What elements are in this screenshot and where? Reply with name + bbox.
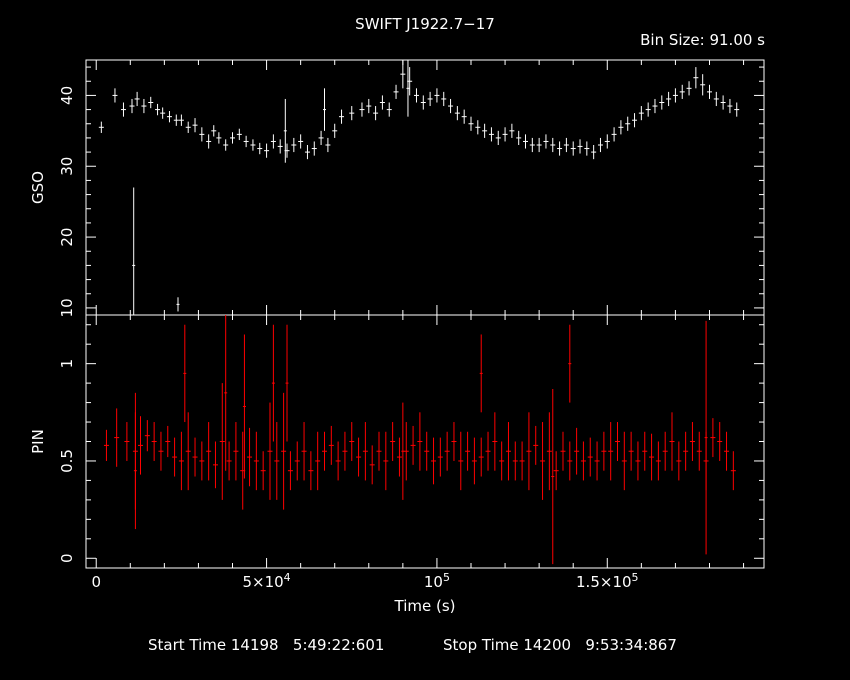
lightcurve-plot: 10 20 30 40 GSO 0 0.5 1 PIN 0 5×104 105 1.5×105 Time … (29, 59, 765, 615)
x-tick-label: 1.5×105 (576, 571, 639, 591)
panel-frame-gso (85, 59, 765, 316)
axes-layer (85, 59, 765, 569)
y-tick-label: 30 (58, 157, 76, 176)
series-gso (98, 60, 740, 315)
y-tick-label: 40 (58, 86, 76, 105)
x-tick-label: 5×104 (242, 571, 290, 591)
start-time-label: Start Time 14198 5:49:22:601 (148, 636, 385, 654)
series-pin (103, 315, 736, 565)
stop-time-label: Stop Time 14200 9:53:34:867 (443, 636, 677, 654)
label-layer: 10 20 30 40 GSO 0 0.5 1 PIN 0 5×104 105 1.5×105 Time … (29, 86, 639, 615)
panel-frame-pin (85, 314, 765, 569)
x-tick-label: 0 (91, 573, 101, 591)
x-tick-label: 105 (424, 571, 450, 591)
y-tick-label: 10 (58, 298, 76, 317)
y-tick-label: 0.5 (58, 449, 76, 473)
y-axis-label-gso: GSO (29, 171, 47, 204)
y-tick-label: 20 (58, 228, 76, 247)
y-axis-label-pin: PIN (29, 429, 47, 454)
y-tick-label: 1 (58, 359, 76, 369)
data-layer (98, 60, 740, 565)
x-axis-label: Time (s) (394, 597, 456, 615)
y-tick-label: 0 (58, 553, 76, 563)
